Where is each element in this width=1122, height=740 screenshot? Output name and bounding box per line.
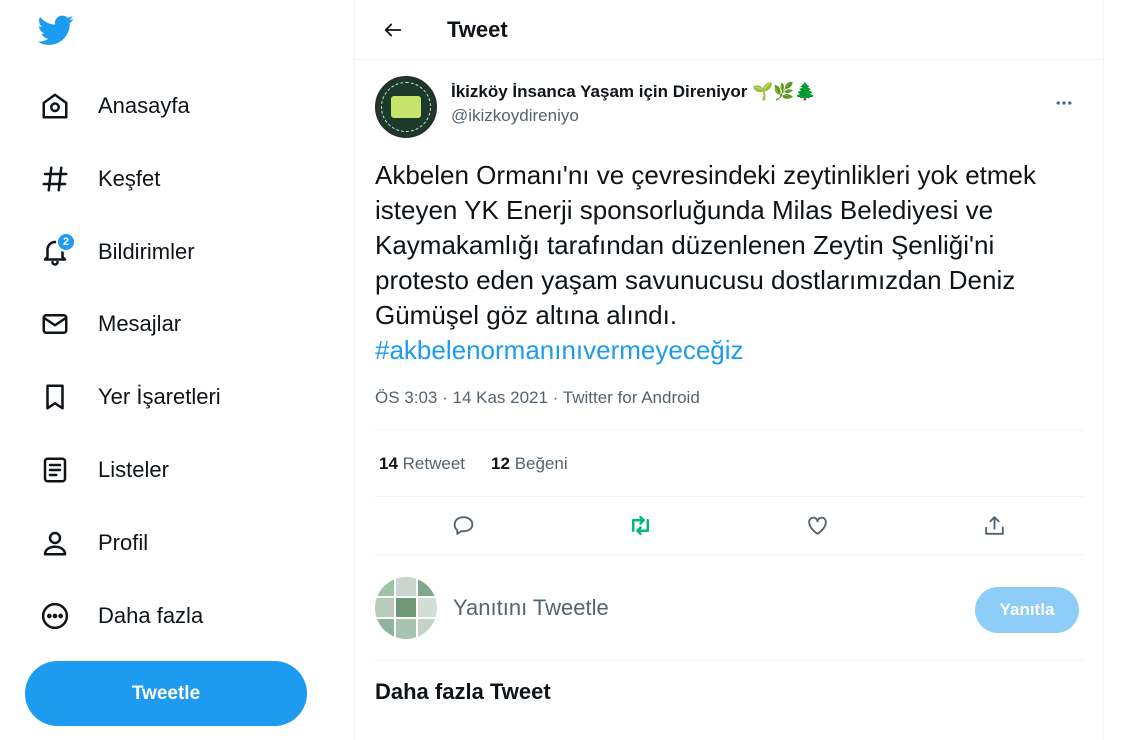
retweet-label: Retweet bbox=[402, 453, 466, 473]
page-header: Tweet bbox=[355, 0, 1103, 60]
like-label: Beğeni bbox=[514, 453, 568, 473]
author-handle[interactable]: @ikizkoydireniyo bbox=[451, 106, 816, 126]
sidebar-item-explore[interactable]: Keşfet bbox=[32, 153, 180, 205]
tweet-compose-button[interactable]: Tweetle bbox=[25, 661, 307, 726]
author-name[interactable]: İkizköy İnsanca Yaşam için Direniyor 🌱🌿🌲 bbox=[451, 82, 816, 102]
reply-composer: Yanıtla bbox=[375, 555, 1083, 661]
more-tweets-heading: Daha fazla Tweet bbox=[375, 679, 551, 704]
page-title: Tweet bbox=[447, 16, 508, 42]
share-button[interactable] bbox=[975, 506, 1015, 546]
sidebar-item-label: Bildirimler bbox=[98, 239, 195, 264]
like-button[interactable] bbox=[798, 506, 838, 546]
tweet-stats: 14 Retweet 12 Beğeni bbox=[375, 431, 1083, 497]
sidebar: Anasayfa Keşfet 2 Bildirimler Mesajlar Y… bbox=[0, 0, 354, 740]
retweet-icon bbox=[631, 515, 650, 536]
sidebar-item-label: Keşfet bbox=[98, 166, 161, 191]
hashtag-icon bbox=[32, 155, 80, 203]
bell-icon: 2 bbox=[32, 228, 80, 276]
tweet-actions bbox=[375, 497, 1083, 555]
sidebar-item-label: Anasayfa bbox=[98, 93, 190, 118]
home-icon bbox=[32, 82, 80, 130]
sidebar-item-bookmarks[interactable]: Yer İşaretleri bbox=[32, 371, 241, 423]
tweet-meta: ÖS 3:03 · 14 Kas 2021 · Twitter for Andr… bbox=[375, 388, 1083, 431]
meta-separator: · bbox=[442, 388, 453, 407]
mail-icon bbox=[32, 300, 80, 348]
author-info: İkizköy İnsanca Yaşam için Direniyor 🌱🌿🌲… bbox=[451, 82, 816, 138]
reply-bubble-icon bbox=[453, 516, 474, 535]
like-count: 12 bbox=[491, 453, 510, 473]
tweet-date[interactable]: 14 Kas 2021 bbox=[453, 388, 548, 407]
sidebar-item-messages[interactable]: Mesajlar bbox=[32, 298, 201, 350]
sidebar-item-notifications[interactable]: 2 Bildirimler bbox=[32, 226, 215, 278]
sidebar-item-label: Yer İşaretleri bbox=[98, 384, 221, 409]
author-avatar[interactable] bbox=[375, 76, 437, 138]
hashtag-link[interactable]: #akbelenormanınıvermeyeceğiz bbox=[375, 335, 744, 365]
twitter-logo-icon[interactable] bbox=[37, 12, 78, 52]
tweet-more-button[interactable] bbox=[1047, 86, 1081, 120]
arrow-left-icon bbox=[384, 23, 402, 36]
heart-icon bbox=[808, 516, 827, 535]
user-avatar[interactable] bbox=[375, 576, 437, 639]
reply-submit-button[interactable]: Yanıtla bbox=[975, 587, 1079, 633]
sidebar-item-label: Daha fazla bbox=[98, 603, 204, 628]
retweet-stat[interactable]: 14 Retweet bbox=[379, 454, 465, 474]
bookmark-icon bbox=[32, 373, 80, 421]
retweet-button[interactable] bbox=[621, 506, 661, 546]
reply-button[interactable] bbox=[444, 506, 484, 546]
reply-input[interactable] bbox=[453, 594, 913, 621]
tweet-source[interactable]: Twitter for Android bbox=[563, 388, 700, 407]
more-circle-icon bbox=[32, 592, 80, 640]
meta-separator: · bbox=[552, 388, 563, 407]
sidebar-item-more[interactable]: Daha fazla bbox=[32, 590, 223, 642]
tweet-detail: İkizköy İnsanca Yaşam için Direniyor 🌱🌿🌲… bbox=[355, 60, 1103, 661]
tweet-time[interactable]: ÖS 3:03 bbox=[375, 388, 437, 407]
back-button[interactable] bbox=[371, 8, 415, 52]
main-column: Tweet İkizköy İnsanca Yaşam için Direniy… bbox=[354, 0, 1104, 740]
sidebar-item-home[interactable]: Anasayfa bbox=[32, 80, 210, 132]
sidebar-item-label: Mesajlar bbox=[98, 311, 182, 336]
avatar-emblem bbox=[391, 96, 421, 118]
share-icon bbox=[985, 516, 1004, 535]
retweet-count: 14 bbox=[379, 453, 398, 473]
sidebar-item-profile[interactable]: Profil bbox=[32, 517, 168, 569]
list-icon bbox=[32, 446, 80, 494]
person-icon bbox=[32, 519, 80, 567]
more-dots-icon bbox=[1056, 101, 1072, 105]
sidebar-item-label: Profil bbox=[98, 530, 149, 555]
like-stat[interactable]: 12 Beğeni bbox=[491, 454, 568, 474]
notification-badge: 2 bbox=[56, 232, 76, 252]
tweet-text: Akbelen Ormanı'nı ve çevresindeki zeytin… bbox=[375, 158, 1083, 368]
sidebar-item-lists[interactable]: Listeler bbox=[32, 444, 189, 496]
sidebar-item-label: Listeler bbox=[98, 457, 169, 482]
tweet-body: Akbelen Ormanı'nı ve çevresindeki zeytin… bbox=[375, 160, 1037, 330]
author-row: İkizköy İnsanca Yaşam için Direniyor 🌱🌿🌲… bbox=[375, 76, 1083, 138]
